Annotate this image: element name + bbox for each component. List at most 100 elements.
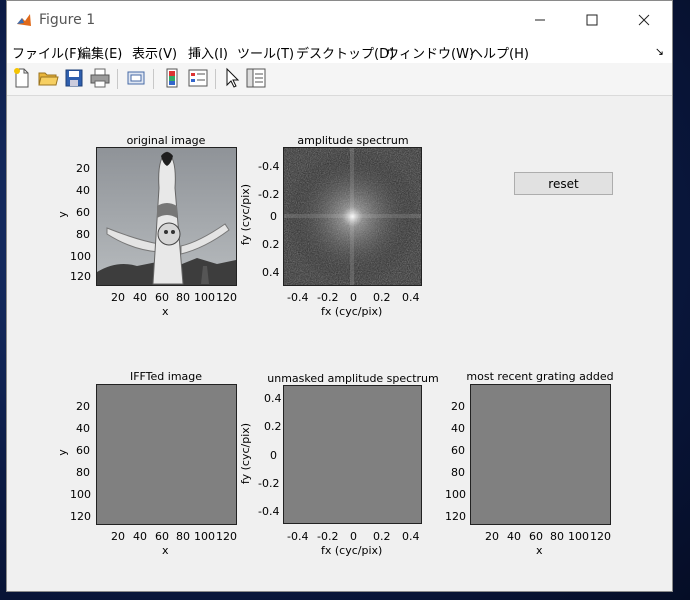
x-tick: 20 [111,530,125,543]
save-icon[interactable] [63,67,85,89]
y-tick: 120 [70,510,91,523]
iffted-image-axes[interactable] [96,384,237,525]
y-tick: 40 [451,422,465,435]
grating-axes[interactable] [470,384,611,525]
y-tick: 20 [76,400,90,413]
close-button[interactable] [621,1,667,39]
window-title: Figure 1 [39,12,96,28]
spectrum-heatmap [284,148,421,285]
x-tick: -0.4 [287,291,309,304]
x-axis-label: fx (cyc/pix) [321,305,383,318]
print-icon[interactable] [89,67,111,89]
x-axis-label: x [162,305,169,318]
menu-tools[interactable]: ツール(T) [237,43,294,62]
y-tick: -0.4 [258,505,280,518]
toolbar-separator [153,69,154,89]
x-tick: 60 [155,291,169,304]
y-tick: 0.4 [264,392,282,405]
edit-plot-arrow-icon[interactable] [221,67,243,89]
maximize-button[interactable] [569,1,615,39]
dock-arrow-icon[interactable]: ↘ [655,45,664,58]
close-icon [638,14,650,26]
unmasked-spectrum-title: unmasked amplitude spectrum [267,372,439,385]
y-tick: 0.2 [264,420,282,433]
open-file-icon[interactable] [37,67,59,89]
grating-title: most recent grating added [466,370,614,383]
x-tick: 20 [111,291,125,304]
x-tick: 120 [216,291,237,304]
x-tick: 0.4 [402,291,420,304]
x-axis-label: x [162,544,169,557]
new-figure-icon[interactable] [11,67,33,89]
y-tick: -0.2 [258,477,280,490]
y-tick: 100 [70,250,91,263]
reset-button[interactable]: reset [514,172,613,195]
minimize-icon [535,19,545,21]
x-tick: 120 [216,530,237,543]
colorbar-icon[interactable] [161,67,183,89]
y-tick: 0 [270,449,277,462]
matlab-icon [15,11,33,29]
y-tick: 80 [76,228,90,241]
iffted-image-title: IFFTed image [129,370,203,383]
y-tick: 120 [445,510,466,523]
y-tick: 20 [451,400,465,413]
y-tick: 60 [451,444,465,457]
maximize-icon [586,14,598,26]
x-tick: 40 [133,530,147,543]
amplitude-spectrum-title: amplitude spectrum [297,134,409,147]
y-axis-label: y [55,211,69,218]
x-tick: 80 [176,530,190,543]
x-tick: -0.4 [287,530,309,543]
y-tick: 20 [76,162,90,175]
x-tick: 60 [155,530,169,543]
menu-desktop[interactable]: デスクトップ(D) [296,43,394,62]
y-axis-label: fy (cyc/pix) [239,183,253,246]
y-tick: 60 [76,206,90,219]
toolbar-separator [117,69,118,89]
x-tick: 0 [350,530,357,543]
original-image-axes[interactable] [96,147,237,286]
link-plot-icon[interactable] [125,67,147,89]
y-axis-label: fy (cyc/pix) [239,422,253,485]
y-tick: 120 [70,270,91,283]
x-tick: 100 [194,291,215,304]
original-image-title: original image [126,134,206,147]
x-tick: 0.4 [402,530,420,543]
menu-window[interactable]: ウィンドウ(W) [386,43,474,62]
x-tick: 40 [507,530,521,543]
x-tick: 20 [485,530,499,543]
y-tick: -0.2 [258,188,280,201]
y-tick: 80 [451,466,465,479]
toolbar-separator [215,69,216,89]
toolbar [7,63,672,96]
y-axis-label: y [55,449,69,456]
menu-view[interactable]: 表示(V) [132,43,177,62]
property-inspector-icon[interactable] [245,67,267,89]
title-bar[interactable]: Figure 1 [7,1,672,39]
y-tick: 0.4 [262,266,280,279]
x-tick: 100 [568,530,589,543]
menu-insert[interactable]: 挿入(I) [188,43,228,62]
amplitude-spectrum-axes[interactable] [283,147,422,286]
unmasked-spectrum-axes[interactable] [283,385,422,524]
tower-of-sun-photo [97,148,236,285]
y-tick: 0 [270,210,277,223]
y-tick: 0.2 [262,238,280,251]
menu-help[interactable]: ヘルプ(H) [470,43,529,62]
x-tick: 80 [176,291,190,304]
y-tick: -0.4 [258,160,280,173]
x-tick: 100 [194,530,215,543]
y-tick: 40 [76,184,90,197]
legend-icon[interactable] [187,67,209,89]
menu-edit[interactable]: 編集(E) [78,43,122,62]
x-tick: 0.2 [373,291,391,304]
minimize-button[interactable] [517,1,563,39]
x-tick: 40 [133,291,147,304]
x-tick: 0.2 [373,530,391,543]
x-axis-label: x [536,544,543,557]
y-tick: 60 [76,444,90,457]
x-tick: -0.2 [317,530,339,543]
menu-file[interactable]: ファイル(F) [12,43,82,62]
y-tick: 100 [445,488,466,501]
